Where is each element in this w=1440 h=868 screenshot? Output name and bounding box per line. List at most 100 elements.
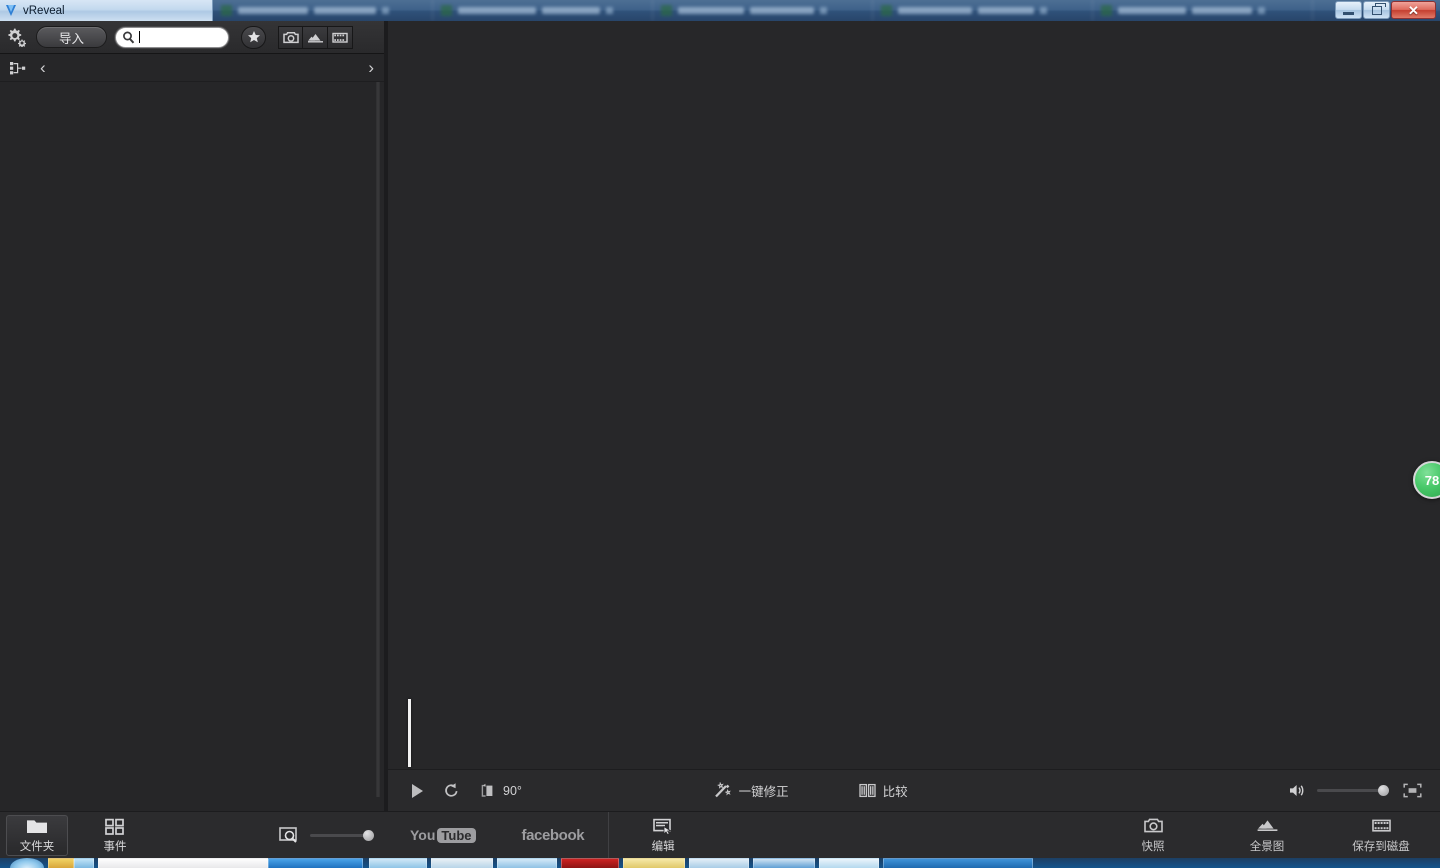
library-view-tabs: 文件夹 事件: [0, 812, 384, 858]
snapshot-label: 快照: [1141, 840, 1165, 853]
windows-taskbar: [0, 858, 1440, 868]
library-toolbar: 导入: [0, 21, 384, 54]
bottom-bar: 文件夹 事件 You Tube facebook 编辑 快照 全景图 保存到磁盘: [0, 811, 1440, 859]
crop-rotate-icon: [481, 783, 493, 797]
background-window-tab-5: [1093, 0, 1313, 21]
thumbnail-zoom-slider[interactable]: [310, 829, 374, 841]
background-window-tab-4: [873, 0, 1093, 21]
crop-rotate-button[interactable]: 90°: [480, 783, 522, 798]
panorama-button[interactable]: 全景图: [1234, 817, 1300, 854]
taskbar-item[interactable]: [497, 858, 557, 868]
taskbar-item[interactable]: [431, 858, 493, 868]
auto-fix-button[interactable]: 一键修正: [713, 781, 789, 800]
restore-button[interactable]: [1363, 1, 1390, 19]
quality-score-badge[interactable]: 78: [1413, 461, 1440, 499]
camera-icon: [282, 31, 299, 43]
zoom-thumbnail-icon: [279, 827, 297, 843]
volume-and-view-controls: [1289, 783, 1440, 798]
media-type-filters: [278, 25, 354, 49]
thumbnail-zoom-group: [279, 826, 374, 844]
volume-slider-knob[interactable]: [1378, 785, 1389, 796]
gear-icon[interactable]: [6, 27, 28, 47]
taskbar-item[interactable]: [98, 858, 268, 868]
windows-start-orb[interactable]: [10, 858, 44, 868]
youtube-label-part1: You: [410, 827, 436, 843]
youtube-label-part2: Tube: [437, 827, 476, 843]
panorama-filter[interactable]: [303, 25, 329, 49]
search-caret: [139, 31, 141, 43]
rotation-value: 90°: [503, 783, 522, 798]
panorama-icon: [1257, 819, 1277, 831]
tab-folders-label: 文件夹: [19, 840, 55, 853]
tab-folders[interactable]: 文件夹: [6, 814, 68, 856]
background-window-tab-3: [653, 0, 873, 21]
library-breadcrumb-nav: ‹ ›: [0, 54, 384, 82]
export-actions: 快照 全景图 保存到磁盘: [1120, 817, 1440, 854]
share-youtube-button[interactable]: You Tube: [410, 827, 476, 843]
nav-back-button[interactable]: ‹: [40, 59, 46, 76]
favorites-filter[interactable]: [241, 25, 267, 49]
taskbar-item[interactable]: [268, 858, 363, 868]
split-compare-icon: [858, 783, 876, 798]
rotate-button[interactable]: [443, 782, 460, 799]
minimize-button[interactable]: [1335, 1, 1362, 19]
window-controls: ✕: [1335, 1, 1436, 19]
search-input[interactable]: [115, 26, 230, 48]
edit-label: 编辑: [651, 840, 675, 853]
play-icon[interactable]: [412, 783, 423, 798]
save-to-disk-button[interactable]: 保存到磁盘: [1348, 817, 1414, 854]
close-icon: ✕: [1408, 2, 1419, 18]
taskbar-item[interactable]: [689, 858, 749, 868]
grid-icon: [105, 818, 124, 835]
panorama-label: 全景图: [1249, 840, 1285, 853]
taskbar-item[interactable]: [369, 858, 427, 868]
background-window-tab-2: [433, 0, 653, 21]
import-button[interactable]: 导入: [36, 26, 108, 48]
hierarchy-tree-icon[interactable]: [10, 61, 26, 75]
share-facebook-button[interactable]: facebook: [522, 827, 585, 844]
fullscreen-icon: [1403, 783, 1422, 798]
close-button[interactable]: ✕: [1391, 1, 1436, 19]
nav-forward-button[interactable]: ›: [368, 59, 374, 76]
enhancement-controls: 一键修正 比较: [713, 781, 908, 800]
videos-filter[interactable]: [328, 25, 354, 49]
volume-slider[interactable]: [1317, 785, 1389, 796]
volume-button[interactable]: [1289, 783, 1307, 798]
quality-score-value: 78: [1424, 472, 1440, 488]
folder-icon: [27, 819, 47, 833]
player-control-bar: 90° 一键修正 比较: [388, 769, 1440, 811]
taskbar-item[interactable]: [883, 858, 1033, 868]
taskbar-item[interactable]: [74, 858, 94, 868]
library-panel: 导入 ‹ ›: [0, 21, 384, 811]
window-title-bar: vReveal ✕: [0, 0, 1440, 21]
taskbar-item[interactable]: [753, 858, 815, 868]
media-viewer[interactable]: 78: [388, 21, 1440, 769]
snapshot-button[interactable]: 快照: [1120, 817, 1186, 854]
taskbar-item[interactable]: [561, 858, 619, 868]
tab-events-label: 事件: [103, 840, 127, 853]
taskbar-item[interactable]: [819, 858, 879, 868]
compare-button[interactable]: 比较: [858, 781, 908, 800]
edit-button[interactable]: 编辑: [651, 817, 675, 854]
thumbnail-zoom-knob[interactable]: [363, 829, 374, 841]
fullscreen-button[interactable]: [1403, 783, 1422, 798]
camera-icon: [1143, 818, 1163, 832]
taskbar-item[interactable]: [623, 858, 685, 868]
auto-fix-label: 一键修正: [738, 785, 789, 799]
mountain-icon: [307, 33, 323, 43]
taskbar-item[interactable]: [48, 858, 74, 868]
library-content-area[interactable]: [0, 82, 384, 811]
timeline-playhead[interactable]: [408, 699, 411, 767]
speaker-icon: [1290, 785, 1304, 796]
photos-filter[interactable]: [278, 25, 304, 49]
panel-splitter[interactable]: [376, 82, 380, 797]
active-window-tab[interactable]: vReveal: [0, 0, 213, 21]
search-icon: [123, 31, 135, 43]
save-disk-icon: [1371, 819, 1391, 832]
tab-events[interactable]: 事件: [84, 815, 146, 856]
magic-wand-icon: [714, 782, 731, 798]
playback-controls: 90°: [388, 782, 522, 799]
compare-label: 比较: [882, 785, 908, 799]
save-to-disk-label: 保存到磁盘: [1352, 840, 1410, 853]
share-buttons: You Tube facebook: [384, 827, 585, 844]
